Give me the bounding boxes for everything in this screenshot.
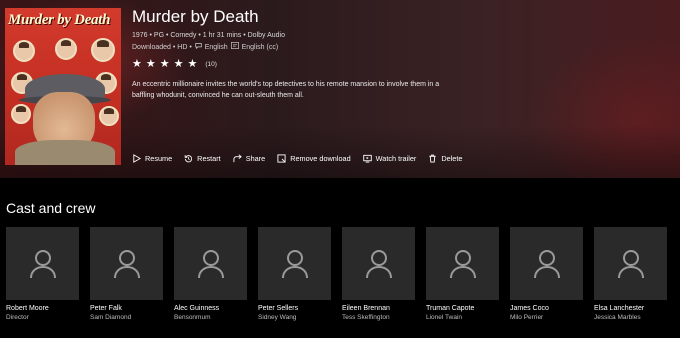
restart-label: Restart <box>197 154 221 163</box>
poster-title: Murder by Death <box>8 12 111 28</box>
delete-label: Delete <box>441 154 463 163</box>
share-button[interactable]: Share <box>233 154 265 163</box>
watch-trailer-button[interactable]: Watch trailer <box>362 154 417 163</box>
person-icon <box>449 249 476 278</box>
closed-caption-icon <box>230 42 239 51</box>
star-rating[interactable]: ★ ★ ★ ★ ★ (10) <box>132 58 217 70</box>
quality-badge: HD <box>177 44 188 51</box>
person-icon <box>197 249 224 278</box>
cast-list: Robert Moore Director Peter Falk Sam Diamon… <box>6 227 680 338</box>
movie-poster[interactable]: Murder by Death <box>5 8 121 165</box>
delete-button[interactable]: Delete <box>428 154 462 163</box>
rating-count: (10) <box>205 60 217 68</box>
cast-name: Elsa Lanchester <box>594 305 645 312</box>
movie-description: An eccentric millionaire invites the wor… <box>132 81 440 99</box>
action-bar: Resume Restart Share Remove download Wat… <box>132 154 474 163</box>
cast-role: Jessica Marbles <box>594 314 641 321</box>
cast-card[interactable]: Truman Capote Lionel Twain <box>426 227 500 321</box>
cast-name: Peter Sellers <box>258 305 299 312</box>
cast-photo-placeholder <box>510 227 583 300</box>
cast-photo-placeholder <box>342 227 415 300</box>
cast-name: James Coco <box>510 305 549 312</box>
star-icon: ★ <box>159 58 170 70</box>
cast-photo-placeholder <box>426 227 499 300</box>
audio-language: English <box>204 44 228 51</box>
cast-name: Truman Capote <box>426 305 475 312</box>
cast-section-title: Cast and crew <box>6 200 96 216</box>
cast-name: Robert Moore <box>6 305 49 312</box>
cast-photo-placeholder <box>6 227 79 300</box>
star-icon: ★ <box>187 58 198 70</box>
cast-card[interactable]: Peter Falk Sam Diamond <box>90 227 164 321</box>
movie-meta-line: 1976 • PG • Comedy • 1 hr 31 mins • Dolb… <box>132 32 285 39</box>
cast-name: Alec Guinness <box>174 305 220 312</box>
trailer-icon <box>362 154 372 163</box>
cast-role: Lionel Twain <box>426 314 463 321</box>
person-icon <box>113 249 140 278</box>
cast-card[interactable]: Alec Guinness Bensonmum <box>174 227 248 321</box>
cast-card[interactable]: Robert Moore Director <box>6 227 80 321</box>
resume-button[interactable]: Resume <box>132 154 172 163</box>
star-icon: ★ <box>145 58 156 70</box>
cast-name: Peter Falk <box>90 305 122 312</box>
person-icon <box>281 249 308 278</box>
poster-coat <box>15 140 115 165</box>
watch-trailer-label: Watch trailer <box>375 154 417 163</box>
restart-icon <box>184 154 193 163</box>
poster-face <box>11 104 31 124</box>
cast-role: Director <box>6 314 29 321</box>
share-label: Share <box>245 154 266 163</box>
person-icon <box>617 249 644 278</box>
cast-card[interactable]: Peter Sellers Sidney Wang <box>258 227 332 321</box>
cast-name: Eileen Brennan <box>342 305 390 312</box>
movie-download-info: Downloaded • HD • English English (cc) <box>132 42 279 51</box>
subtitle-language: English (cc) <box>241 44 279 51</box>
cast-role: Tess Skeffington <box>342 314 390 321</box>
remove-download-icon <box>277 154 286 163</box>
cast-card[interactable]: Eileen Brennan Tess Skeffington <box>342 227 416 321</box>
poster-face <box>13 40 35 62</box>
cast-role: Sam Diamond <box>90 314 132 321</box>
star-icon: ★ <box>173 58 184 70</box>
play-icon <box>132 154 141 163</box>
download-status: Downloaded <box>132 44 171 51</box>
cast-photo-placeholder <box>90 227 163 300</box>
share-icon <box>233 154 242 163</box>
remove-download-button[interactable]: Remove download <box>277 154 351 163</box>
cast-role: Sidney Wang <box>258 314 297 321</box>
cast-card[interactable]: James Coco Milo Perrier <box>510 227 584 321</box>
poster-face <box>55 38 77 60</box>
movie-title: Murder by Death <box>132 7 259 26</box>
star-icon: ★ <box>132 58 142 70</box>
cast-role: Milo Perrier <box>510 314 544 321</box>
cast-role: Bensonmum <box>174 314 211 321</box>
poster-face <box>99 106 119 126</box>
resume-label: Resume <box>145 154 173 163</box>
cast-photo-placeholder <box>258 227 331 300</box>
cast-photo-placeholder <box>594 227 667 300</box>
person-icon <box>365 249 392 278</box>
poster-face <box>91 38 115 62</box>
cast-card[interactable]: Elsa Lanchester Jessica Marbles <box>594 227 668 321</box>
remove-download-label: Remove download <box>290 154 351 163</box>
trash-icon <box>428 154 437 163</box>
person-icon <box>29 249 56 278</box>
cast-photo-placeholder <box>174 227 247 300</box>
person-icon <box>533 249 560 278</box>
restart-button[interactable]: Restart <box>184 154 221 163</box>
speech-bubble-icon <box>195 42 202 51</box>
